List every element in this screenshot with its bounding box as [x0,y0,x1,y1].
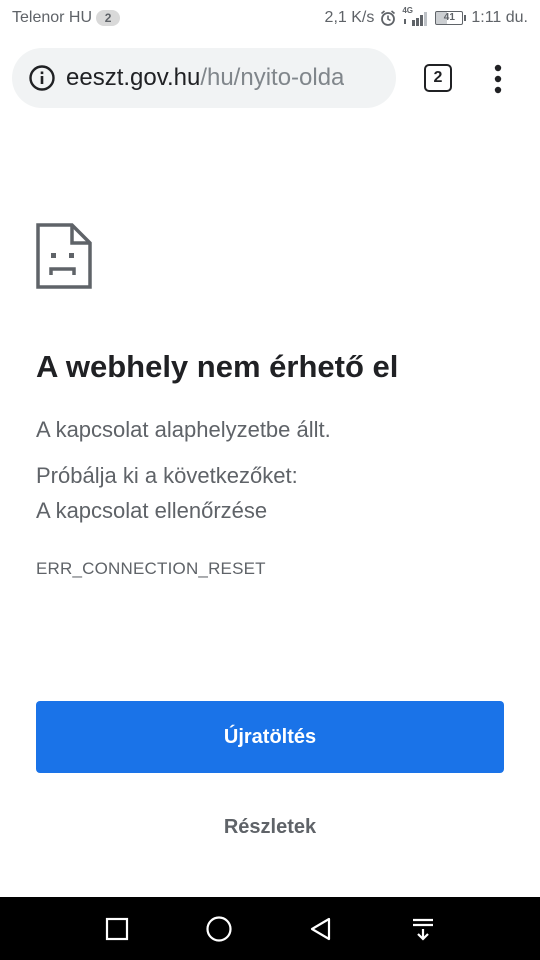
status-right: 2,1 K/s 4G 41 1:11 du. [324,6,528,28]
tab-switcher-icon[interactable]: 2 [424,64,452,92]
browser-toolbar: eeszt.gov.hu/hu/nyito-olda 2 [12,48,528,108]
tab-count: 2 [433,69,443,86]
alarm-icon [379,9,397,27]
suggestion-item: A kapcsolat ellenőrzése [36,498,268,523]
reload-button[interactable]: Újratöltés [36,701,504,773]
navigation-bar [0,897,540,960]
signal-icon: 4G [402,6,430,28]
url-path: /hu/nyito-olda [200,64,345,91]
sim-badge: 2 [96,10,121,26]
omnibox[interactable]: eeszt.gov.hu/hu/nyito-olda [12,48,396,108]
carrier-name: Telenor HU [12,9,93,26]
url-host: eeszt.gov.hu [66,64,201,91]
more-menu-icon[interactable] [490,64,506,94]
info-icon[interactable] [28,64,56,92]
status-bar: Telenor HU 2 2,1 K/s 4G 41 1:11 du. [0,0,540,36]
home-icon[interactable] [201,911,237,947]
notification-pull-icon[interactable] [405,911,441,947]
recent-apps-icon[interactable] [99,911,135,947]
sad-document-icon [36,223,92,289]
suggestions-heading: Próbálja ki a következőket: [36,463,298,488]
back-icon[interactable] [303,911,339,947]
network-speed: 2,1 K/s [324,9,375,26]
details-button[interactable]: Részletek [170,806,370,848]
error-title: A webhely nem érhető el [36,349,399,384]
url-text[interactable]: eeszt.gov.hu/hu/nyito-olda [66,64,344,92]
battery-level: 41 [443,12,455,23]
error-message: A kapcsolat alaphelyzetbe állt. [36,417,331,442]
status-left: Telenor HU 2 [12,9,121,27]
error-code: ERR_CONNECTION_RESET [36,559,266,578]
clock: 1:11 du. [471,9,528,26]
battery-icon: 41 [435,11,467,25]
